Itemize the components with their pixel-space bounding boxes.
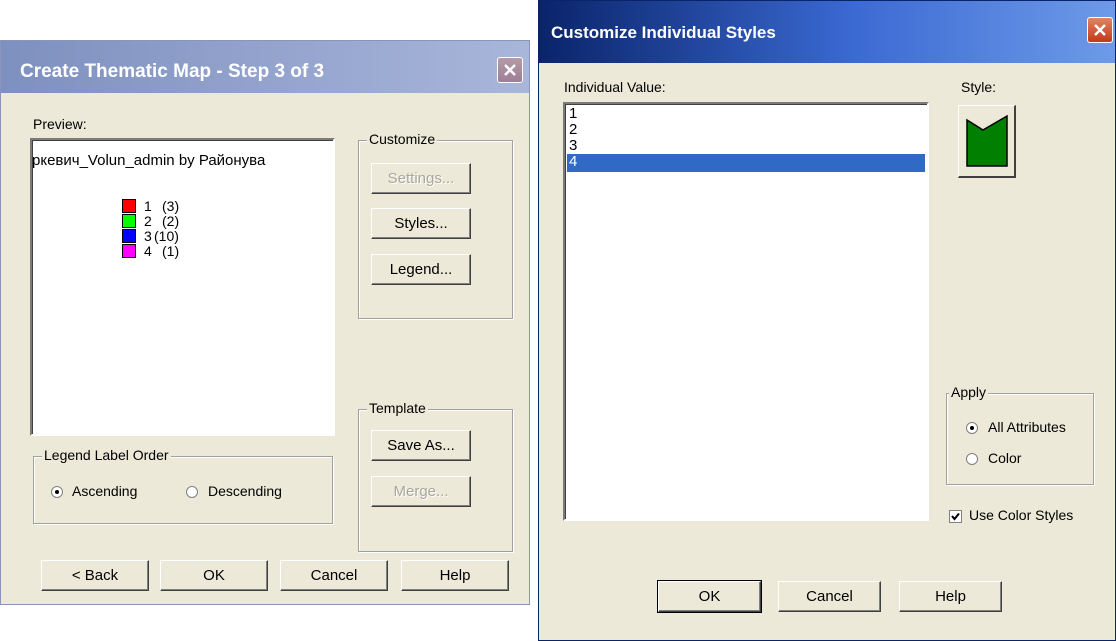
- preview-title: ркевич_Volun_admin by Районува: [32, 152, 266, 169]
- preview-pane: ркевич_Volun_admin by Районува 1 (3) 2 (…: [30, 138, 335, 436]
- custom-title-bar[interactable]: Customize Individual Styles: [539, 1, 1115, 63]
- preview-label: Preview:: [33, 116, 87, 132]
- thematic-title: Create Thematic Map - Step 3 of 3: [20, 61, 325, 82]
- legend-value: 2: [144, 213, 152, 229]
- individual-value-list[interactable]: 1 2 3 4: [563, 102, 929, 521]
- legend-swatch: [122, 244, 136, 258]
- use-color-styles-checkbox[interactable]: [949, 510, 962, 523]
- individual-value-label: Individual Value:: [564, 79, 666, 95]
- legend-swatch: [122, 199, 136, 213]
- back-button[interactable]: < Back: [41, 560, 149, 591]
- apply-group: Apply: [946, 384, 1094, 485]
- thematic-title-bar[interactable]: Create Thematic Map - Step 3 of 3: [1, 41, 529, 93]
- ascending-label[interactable]: Ascending: [72, 483, 137, 499]
- legend-count: (2): [162, 213, 180, 229]
- legend-value: 4: [144, 243, 152, 259]
- customize-group-label: Customize: [367, 131, 438, 147]
- custom-title: Customize Individual Styles: [551, 23, 776, 42]
- use-color-styles-label[interactable]: Use Color Styles: [969, 507, 1073, 523]
- legend-swatch: [122, 229, 136, 243]
- legend-swatch: [122, 214, 136, 228]
- close-icon: [504, 64, 516, 76]
- template-group-label: Template: [367, 400, 428, 416]
- close-icon: [1094, 24, 1106, 36]
- all-attributes-radio[interactable]: [966, 422, 978, 434]
- help-button[interactable]: Help: [899, 581, 1002, 612]
- apply-group-label: Apply: [949, 384, 989, 400]
- descending-radio[interactable]: [186, 486, 198, 498]
- ok-button[interactable]: OK: [657, 580, 762, 613]
- cancel-button[interactable]: Cancel: [280, 560, 388, 591]
- legend-count: (3): [162, 198, 180, 214]
- cancel-button[interactable]: Cancel: [778, 581, 881, 612]
- styles-button[interactable]: Styles...: [371, 208, 471, 239]
- legend-value: 1: [144, 198, 152, 214]
- ok-button[interactable]: OK: [160, 560, 268, 591]
- descending-label[interactable]: Descending: [208, 483, 282, 499]
- legend-value: 3: [144, 228, 152, 244]
- help-button[interactable]: Help: [401, 560, 509, 591]
- legend-count: (10): [154, 228, 179, 244]
- thematic-close-button[interactable]: [497, 57, 523, 83]
- merge-button[interactable]: Merge...: [371, 476, 471, 507]
- save-as-button[interactable]: Save As...: [371, 430, 471, 461]
- region-style-icon: [966, 114, 1008, 167]
- list-item-selected[interactable]: 4: [567, 154, 925, 172]
- custom-close-button[interactable]: [1087, 17, 1113, 43]
- color-radio[interactable]: [966, 453, 978, 465]
- ascending-radio[interactable]: [51, 486, 63, 498]
- legend-button[interactable]: Legend...: [371, 254, 471, 285]
- legend-label-order-label: Legend Label Order: [42, 447, 171, 463]
- style-swatch-button[interactable]: [958, 105, 1016, 178]
- checkmark-icon: [951, 512, 960, 521]
- settings-button[interactable]: Settings...: [371, 163, 471, 194]
- all-attributes-label[interactable]: All Attributes: [988, 419, 1066, 435]
- customize-individual-styles-dialog: Customize Individual Styles Individual V…: [538, 0, 1116, 641]
- color-label[interactable]: Color: [988, 450, 1021, 466]
- legend-count: (1): [162, 243, 180, 259]
- create-thematic-map-dialog: Create Thematic Map - Step 3 of 3 Previe…: [0, 40, 530, 605]
- style-label: Style:: [961, 79, 997, 95]
